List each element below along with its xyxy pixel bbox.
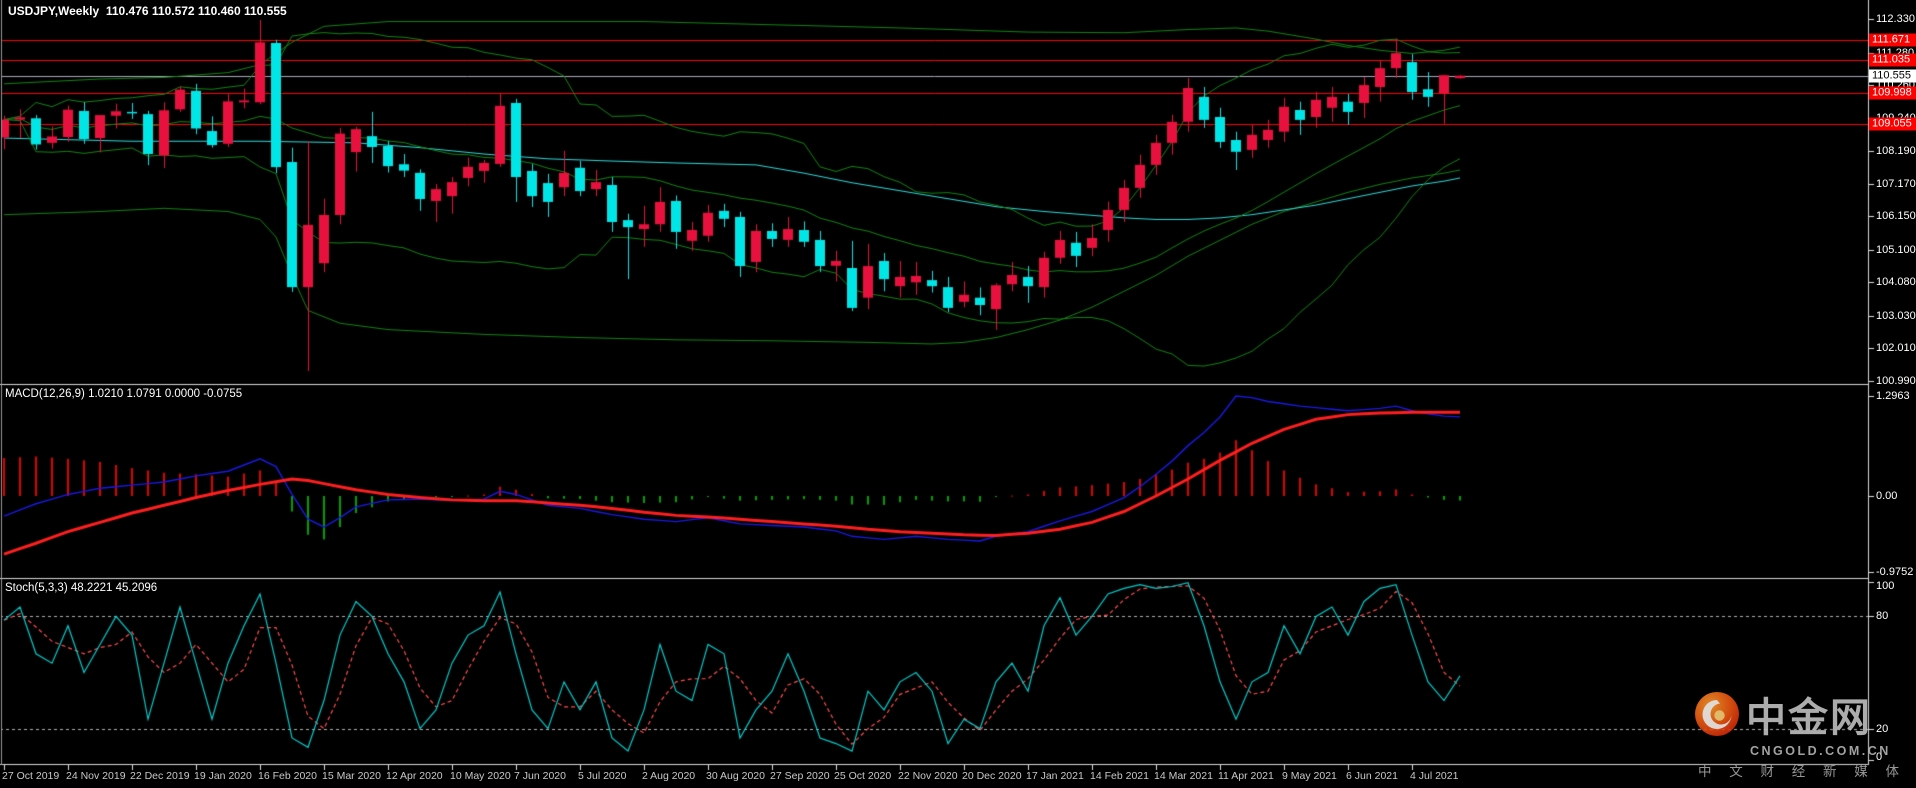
price-axis-tick-label: 104.080 bbox=[1876, 276, 1916, 289]
date-axis-label: 4 Jul 2021 bbox=[1410, 770, 1459, 782]
price-axis-tick-label: 106.150 bbox=[1876, 210, 1916, 223]
price-axis-tick-label: 103.030 bbox=[1876, 309, 1916, 322]
date-axis-label: 30 Aug 2020 bbox=[706, 770, 765, 782]
date-axis-label: 27 Sep 2020 bbox=[770, 770, 830, 782]
price-axis-tick-label: 102.010 bbox=[1876, 342, 1916, 355]
date-axis-label: 22 Dec 2019 bbox=[130, 770, 190, 782]
date-axis-label: 9 May 2021 bbox=[1282, 770, 1337, 782]
date-axis-label: 12 Apr 2020 bbox=[386, 770, 443, 782]
date-axis-label: 17 Jan 2021 bbox=[1026, 770, 1084, 782]
date-axis-label: 5 Jul 2020 bbox=[578, 770, 627, 782]
date-axis-label: 27 Oct 2019 bbox=[2, 770, 60, 782]
date-axis-label: 20 Dec 2020 bbox=[962, 770, 1022, 782]
price-axis-tick-label: 107.170 bbox=[1876, 177, 1916, 190]
sr-price-badge: 109.998 bbox=[1869, 86, 1916, 100]
stoch-axis-tick-label: 80 bbox=[1876, 610, 1889, 623]
macd-axis-tick-label: 0.00 bbox=[1876, 490, 1898, 502]
sr-price-badge: 109.055 bbox=[1869, 117, 1916, 131]
price-axis-tick-label: 100.990 bbox=[1876, 375, 1916, 387]
sr-price-badge: 111.035 bbox=[1869, 53, 1916, 67]
macd-axis-tick-label: -0.9752 bbox=[1876, 565, 1914, 578]
date-axis-label: 10 May 2020 bbox=[450, 770, 511, 782]
macd-indicator-label: MACD(12,26,9) 1.0210 1.0791 0.0000 -0.07… bbox=[5, 388, 243, 400]
price-axis-tick-label: 108.190 bbox=[1876, 145, 1916, 158]
mt4-chart-window: USDJPY,Weekly 110.476 110.572 110.460 11… bbox=[0, 0, 1916, 788]
date-axis-label: 19 Jan 2020 bbox=[194, 770, 252, 782]
symbol-title: USDJPY,Weekly 110.476 110.572 110.460 11… bbox=[8, 4, 287, 18]
cngold-watermark: 中金网 CNGOLD.COM.CN 中 文 财 经 新 媒 体 bbox=[1694, 685, 1906, 780]
date-axis-label: 14 Feb 2021 bbox=[1090, 770, 1149, 782]
cngold-logo-icon bbox=[1694, 692, 1739, 736]
date-axis-label: 7 Jun 2020 bbox=[514, 770, 566, 782]
date-axis-label: 11 Apr 2021 bbox=[1218, 770, 1274, 782]
macd-axis-tick-label: 1.2963 bbox=[1876, 389, 1910, 402]
date-axis-label: 24 Nov 2019 bbox=[66, 770, 126, 782]
date-axis-label: 25 Oct 2020 bbox=[834, 770, 892, 782]
sr-price-badge: 111.671 bbox=[1869, 33, 1916, 47]
date-axis-label: 16 Feb 2020 bbox=[258, 770, 317, 782]
stoch-axis-tick-label: 100 bbox=[1876, 580, 1895, 592]
price-chart-canvas[interactable] bbox=[0, 0, 1916, 788]
price-axis-tick-label: 112.330 bbox=[1876, 13, 1915, 25]
watermark-tagline-text: 中 文 财 经 新 媒 体 bbox=[1697, 764, 1906, 779]
date-axis-label: 15 Mar 2020 bbox=[322, 770, 381, 782]
date-axis-label: 22 Nov 2020 bbox=[898, 770, 958, 782]
price-axis-tick-label: 105.100 bbox=[1876, 243, 1916, 256]
watermark-domain-text: CNGOLD.COM.CN bbox=[1749, 744, 1891, 758]
stoch-indicator-label: Stoch(5,3,3) 48.2221 45.2096 bbox=[5, 582, 158, 594]
date-axis-label: 14 Mar 2021 bbox=[1154, 770, 1213, 782]
date-axis-label: 2 Aug 2020 bbox=[642, 770, 696, 782]
date-axis-label: 6 Jun 2021 bbox=[1346, 770, 1398, 782]
watermark-brand-text: 中金网 bbox=[1745, 695, 1872, 740]
current-price-badge: 110.555 bbox=[1869, 69, 1916, 83]
